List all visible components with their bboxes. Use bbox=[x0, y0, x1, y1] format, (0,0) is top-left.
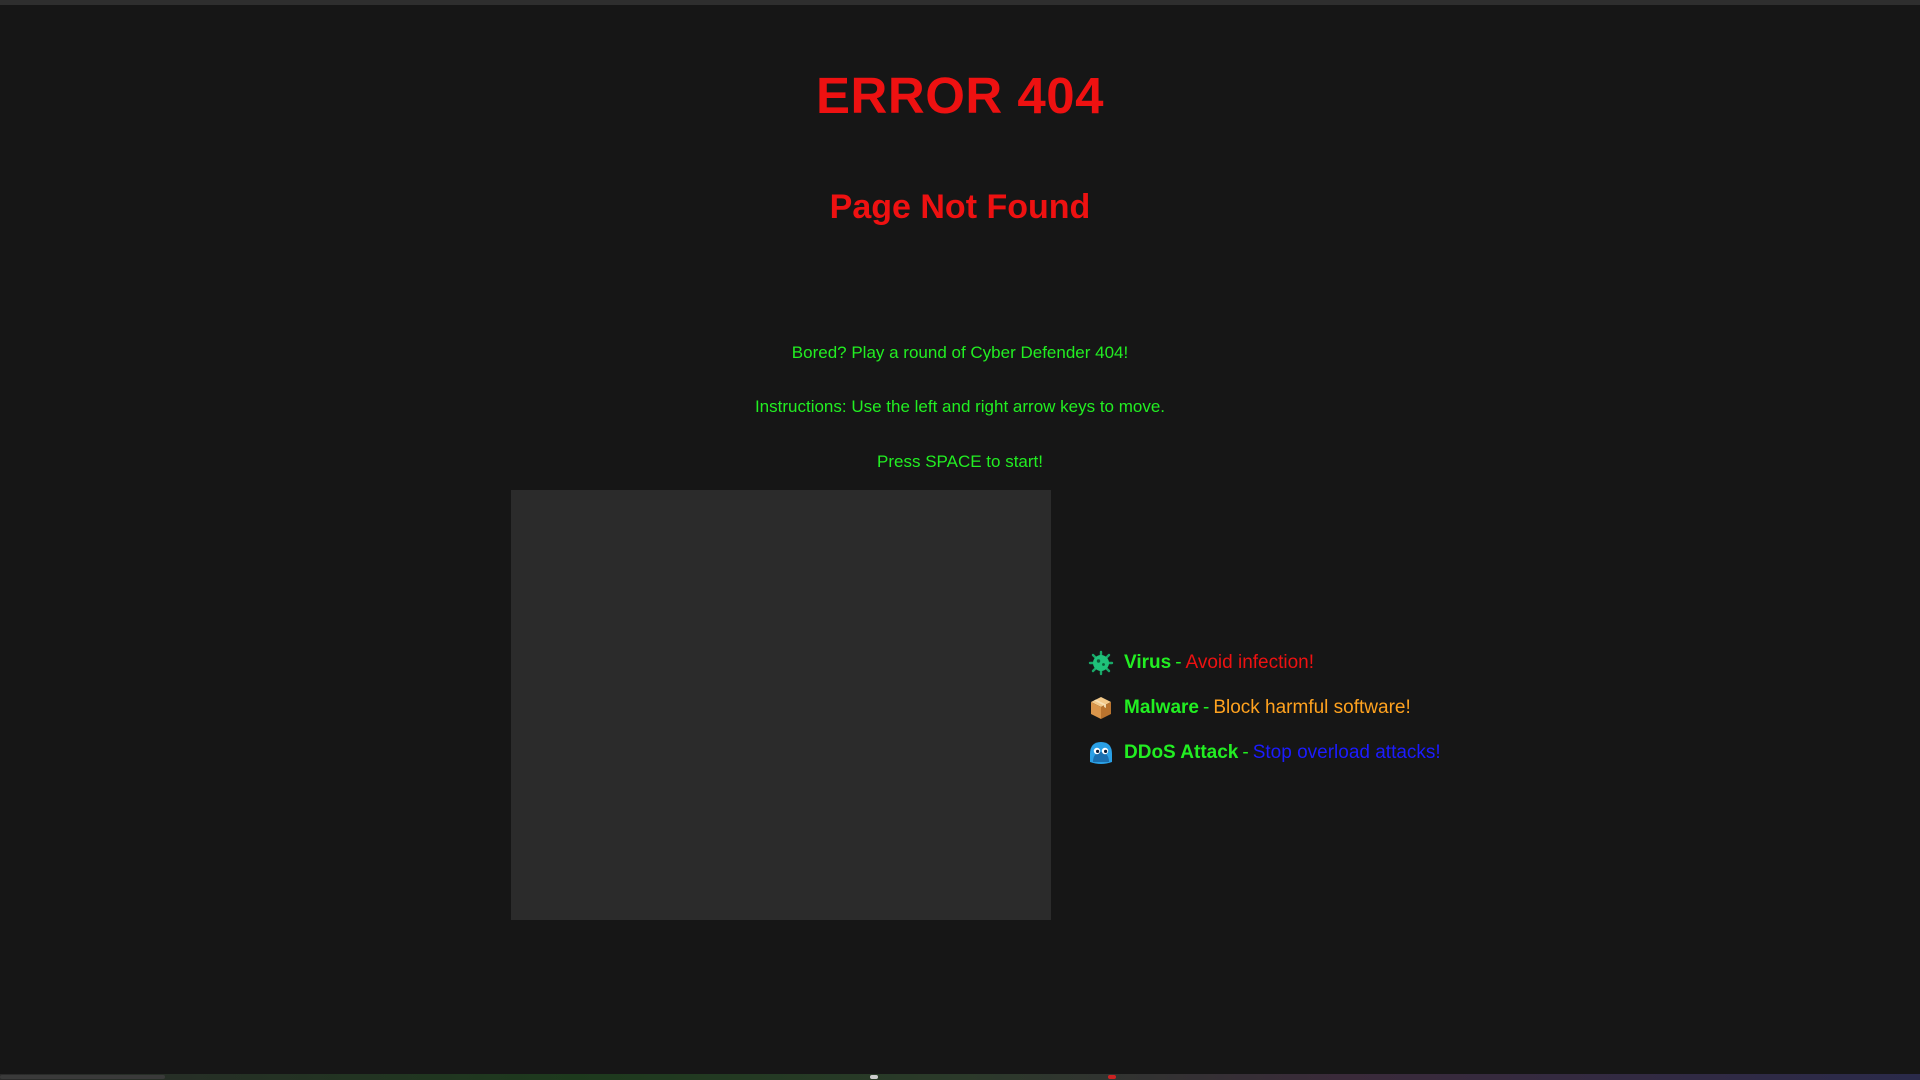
virus-icon bbox=[1088, 650, 1114, 676]
legend-malware-desc: Block harmful software! bbox=[1213, 697, 1411, 718]
legend-malware-separator: - bbox=[1202, 697, 1210, 718]
threat-legend: Virus - Avoid infection! Malware - Block… bbox=[1088, 648, 1508, 783]
game-invite-text: Bored? Play a round of Cyber Defender 40… bbox=[791, 343, 1129, 362]
window-top-strip bbox=[0, 0, 1920, 5]
taskbar-indicator-red bbox=[1108, 1075, 1116, 1079]
legend-item-virus: Virus - Avoid infection! bbox=[1088, 648, 1508, 678]
legend-item-ddos: DDoS Attack - Stop overload attacks! bbox=[1088, 738, 1508, 768]
legend-virus-separator: - bbox=[1175, 652, 1182, 673]
legend-ddos-separator: - bbox=[1242, 742, 1249, 763]
press-space-text: Press SPACE to start! bbox=[877, 452, 1043, 471]
taskbar-indicator bbox=[870, 1075, 878, 1079]
window-bottom-strip bbox=[0, 1074, 1920, 1080]
game-canvas[interactable] bbox=[511, 490, 1051, 920]
game-instructions-text: Instructions: Use the left and right arr… bbox=[754, 397, 1166, 416]
legend-ddos-desc: Stop overload attacks! bbox=[1252, 742, 1441, 763]
legend-item-malware: Malware - Block harmful software! bbox=[1088, 693, 1508, 723]
legend-ddos-name: DDoS Attack bbox=[1124, 742, 1239, 763]
taskbar-segment bbox=[0, 1075, 165, 1079]
legend-malware-name: Malware bbox=[1124, 697, 1199, 718]
package-icon bbox=[1088, 695, 1114, 721]
legend-virus-desc: Avoid infection! bbox=[1185, 652, 1315, 673]
legend-virus-name: Virus bbox=[1124, 652, 1172, 673]
page-not-found-subtitle: Page Not Found bbox=[829, 188, 1091, 226]
error-title: ERROR 404 bbox=[816, 67, 1104, 124]
ddos-icon bbox=[1088, 740, 1114, 766]
